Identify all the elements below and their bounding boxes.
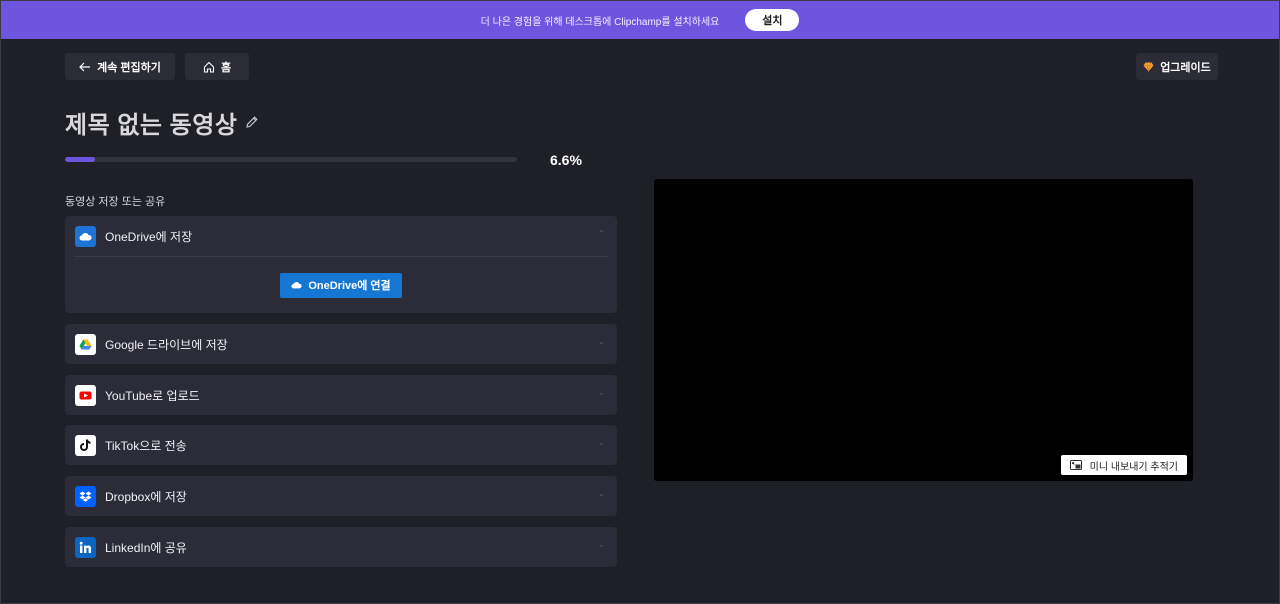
- onedrive-cloud-icon: [75, 225, 96, 247]
- onedrive-connect-area: OneDrive에 연결: [65, 257, 617, 313]
- title-row: 제목 없는 동영상: [65, 105, 259, 140]
- youtube-icon: [75, 384, 96, 406]
- video-preview: 미니 내보내기 추적기: [654, 179, 1193, 481]
- connect-onedrive-label: OneDrive에 연결: [308, 280, 391, 292]
- onedrive-cloud-icon: [291, 279, 302, 291]
- destination-onedrive-header[interactable]: OneDrive에 저장 ⌃: [65, 216, 617, 256]
- export-progress-percent: 6.6%: [550, 152, 582, 168]
- linkedin-icon: [75, 536, 96, 558]
- export-progress-fill: [65, 157, 95, 162]
- destination-youtube-label: YouTube로 업로드: [105, 388, 200, 403]
- home-button[interactable]: 홈: [185, 53, 249, 80]
- dropbox-icon: [75, 485, 96, 507]
- destination-linkedin[interactable]: LinkedIn에 공유 ⌄: [65, 527, 617, 567]
- home-icon: [203, 60, 215, 73]
- install-banner: 더 나은 경험을 위해 데스크톱에 Clipchamp를 설치하세요 설치: [1, 1, 1279, 39]
- destination-google-drive[interactable]: Google 드라이브에 저장 ⌄: [65, 324, 617, 364]
- save-share-heading: 동영상 저장 또는 공유: [65, 196, 166, 208]
- arrow-left-icon: [79, 61, 91, 73]
- destination-linkedin-label: LinkedIn에 공유: [105, 540, 187, 555]
- chevron-down-icon: ⌄: [598, 388, 605, 397]
- destination-onedrive-label: OneDrive에 저장: [105, 229, 193, 244]
- chevron-down-icon: ⌄: [598, 540, 605, 549]
- continue-editing-label: 계속 편집하기: [97, 61, 161, 74]
- connect-onedrive-button[interactable]: OneDrive에 연결: [280, 272, 402, 298]
- export-progress-bar: [65, 157, 517, 162]
- chevron-down-icon: ⌄: [598, 438, 605, 447]
- destination-onedrive: OneDrive에 저장 ⌃ OneDrive에 연결: [65, 216, 617, 313]
- upgrade-button[interactable]: 업그레이드: [1136, 53, 1218, 80]
- mini-export-tracker-button[interactable]: 미니 내보내기 추적기: [1060, 455, 1187, 475]
- diamond-icon: [1143, 61, 1154, 73]
- chevron-up-icon: ⌃: [598, 229, 605, 238]
- destination-dropbox[interactable]: Dropbox에 저장 ⌄: [65, 476, 617, 516]
- pencil-edit-icon[interactable]: [245, 114, 259, 132]
- banner-text: 더 나은 경험을 위해 데스크톱에 Clipchamp를 설치하세요: [480, 16, 720, 28]
- destination-youtube[interactable]: YouTube로 업로드 ⌄: [65, 375, 617, 415]
- chevron-down-icon: ⌄: [598, 489, 605, 498]
- mini-export-tracker-label: 미니 내보내기 추적기: [1089, 461, 1178, 473]
- google-drive-icon: [75, 333, 96, 355]
- destination-google-drive-label: Google 드라이브에 저장: [105, 337, 228, 352]
- destination-tiktok[interactable]: TikTok으로 전송 ⌄: [65, 425, 617, 465]
- destination-tiktok-label: TikTok으로 전송: [105, 438, 187, 453]
- upgrade-label: 업그레이드: [1160, 61, 1211, 74]
- tiktok-icon: [75, 434, 96, 456]
- continue-editing-button[interactable]: 계속 편집하기: [65, 53, 175, 80]
- video-title: 제목 없는 동영상: [65, 112, 238, 139]
- chevron-down-icon: ⌄: [598, 337, 605, 346]
- picture-in-picture-icon: [1069, 459, 1082, 471]
- destination-dropbox-label: Dropbox에 저장: [105, 489, 187, 504]
- home-label: 홈: [220, 61, 232, 74]
- install-button[interactable]: 설치: [745, 9, 800, 31]
